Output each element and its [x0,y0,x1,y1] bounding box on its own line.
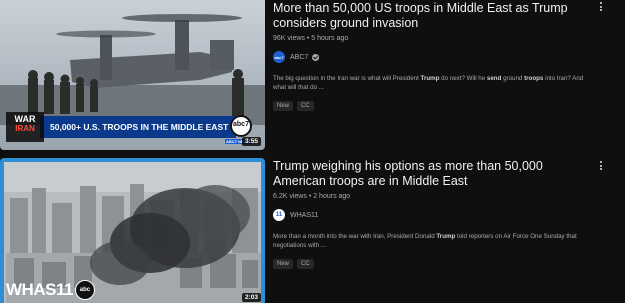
verified-check-icon [312,53,320,61]
view-count: 96K views [273,35,305,42]
cc-badge: CC [297,259,314,269]
video-result[interactable]: WHAS11 abc 2:03 Trump weighing his optio… [0,158,625,303]
new-badge: New [273,101,294,111]
thumbnail-abc7-logo: abc7 [233,121,249,128]
video-meta: 96K views • 5 hours ago [273,35,595,42]
video-thumbnail[interactable]: WHAS11 abc 2:03 [0,158,265,303]
snippet-text: ground [501,75,525,82]
snippet-text: do next? Will he [439,75,487,82]
badge-row: New CC [273,259,595,269]
watermark-text: WHAS11 [6,280,73,299]
channel-row[interactable]: abc7 ABC7 [273,51,595,63]
channel-row[interactable]: 11 WHAS11 [273,209,595,221]
video-snippet: More than a month into the war with Iran… [273,232,595,250]
war-logo-top: WAR [14,114,36,124]
view-count: 6.2K views [273,193,307,200]
thumbnail-lower-third-text: 50,000+ U.S. TROOPS IN THE MIDDLE EAST [50,122,229,132]
video-duration: 3:55 [241,137,261,146]
more-vert-icon[interactable] [598,161,604,170]
video-meta: 6.2K views • 2 hours ago [273,193,595,200]
thumbnail-whas11-watermark: WHAS11 abc [6,280,95,300]
cc-badge: CC [297,101,314,111]
channel-name[interactable]: ABC7 [290,54,308,61]
snippet-text: The big question in the Iran war is what… [273,75,421,82]
video-thumbnail[interactable]: WAR IRAN 50,000+ U.S. TROOPS IN THE MIDD… [0,0,265,150]
video-result[interactable]: WAR IRAN 50,000+ U.S. TROOPS IN THE MIDD… [0,0,625,152]
snippet-highlight: Trump [436,233,456,240]
badge-row: New CC [273,101,595,111]
upload-age: 2 hours ago [313,193,351,200]
video-snippet: The big question in the Iran war is what… [273,74,595,92]
war-logo-bottom: IRAN [15,124,35,133]
more-vert-icon[interactable] [598,2,604,11]
channel-avatar[interactable]: 11 [273,209,285,221]
watermark-abc-logo: abc [74,280,95,300]
thumbnail-war-logo: WAR IRAN [7,114,43,134]
snippet-highlight: Trump [420,75,440,82]
channel-avatar[interactable]: abc7 [273,51,285,63]
channel-avatar-text: 11 [275,212,283,218]
video-duration: 2:03 [241,293,261,302]
upload-age: 5 hours ago [311,35,349,42]
video-info: Trump weighing his options as more than … [273,158,595,269]
video-title[interactable]: Trump weighing his options as more than … [273,159,595,189]
watermark-abc-text: abc [79,287,91,293]
snippet-highlight: send [486,75,502,82]
snippet-highlight: troops [524,75,544,82]
new-badge: New [273,259,294,269]
channel-name[interactable]: WHAS11 [290,212,318,219]
channel-avatar-text: abc7 [274,54,284,60]
video-info: More than 50,000 US troops in Middle Eas… [273,0,595,111]
video-title[interactable]: More than 50,000 US troops in Middle Eas… [273,1,595,31]
snippet-text: More than a month into the war with Iran… [273,233,437,240]
